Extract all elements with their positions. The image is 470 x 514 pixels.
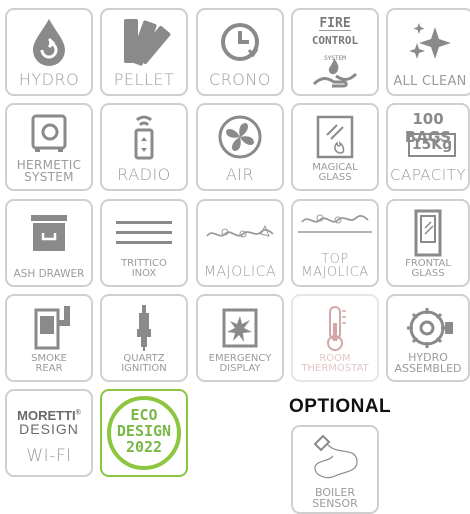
sparkle-icon bbox=[388, 16, 470, 68]
feature-hermetic-system: HERMETIC SYSTEM bbox=[5, 103, 93, 191]
feature-magical-glass: MAGICAL GLASS bbox=[291, 103, 379, 191]
feature-label: EMERGENCY DISPLAY bbox=[198, 354, 282, 374]
feature-smoke-rear: SMOKE REAR bbox=[5, 294, 93, 382]
pump-icon bbox=[388, 302, 468, 354]
feature-fire-control: FIRE CONTROL SYSTEM bbox=[291, 8, 379, 96]
label-line2: GLASS bbox=[318, 172, 352, 183]
registered-mark: ® bbox=[75, 409, 81, 417]
feature-crono: CRONO bbox=[196, 8, 284, 96]
feature-ash-drawer: ASH DRAWER bbox=[5, 199, 93, 287]
label-line2: INOX bbox=[131, 268, 157, 279]
broken-display-icon bbox=[198, 302, 282, 354]
thermometer-icon bbox=[293, 302, 377, 354]
feature-frontal-glass: FRONTAL GLASS bbox=[386, 199, 470, 287]
feature-label: QUARTZ IGNITION bbox=[102, 354, 186, 374]
remote-icon bbox=[102, 111, 186, 163]
optional-heading: OPTIONAL bbox=[289, 396, 392, 417]
probe-icon bbox=[293, 429, 377, 481]
fire-control-title: FIRE bbox=[319, 16, 351, 31]
label-line2: SYSTEM bbox=[24, 170, 74, 184]
ornament-icon bbox=[293, 201, 377, 241]
glass-flame-icon bbox=[293, 111, 377, 163]
label-line2: THERMOSTAT bbox=[301, 363, 369, 374]
feature-label: FRONTAL GLASS bbox=[388, 259, 468, 279]
feature-all-clean: ALL CLEAN bbox=[386, 8, 470, 96]
label-line2: MAJOLICA bbox=[301, 265, 369, 280]
feature-hydro: HYDRO bbox=[5, 8, 93, 96]
lines-icon bbox=[102, 207, 186, 259]
feature-label: TRITTICO INOX bbox=[102, 259, 186, 279]
feature-label: HYDRO bbox=[18, 70, 80, 89]
feature-label: ALL CLEAN bbox=[393, 74, 467, 89]
feature-label: WI-FI bbox=[26, 446, 72, 466]
feature-room-thermostat: ROOM THERMOSTAT bbox=[291, 294, 379, 382]
feature-pellet: PELLET bbox=[100, 8, 188, 96]
drawer-icon bbox=[7, 207, 91, 259]
feature-eco-design: ECO DESIGN 2022 bbox=[100, 389, 188, 477]
feature-wifi: MORETTI® DESIGN WI-FI bbox=[5, 389, 93, 477]
feature-emergency-display: EMERGENCY DISPLAY bbox=[196, 294, 284, 382]
hand-flame-icon bbox=[293, 54, 377, 92]
feature-air: AIR bbox=[196, 103, 284, 191]
feature-label: TOP MAJOLICA bbox=[293, 253, 377, 279]
pellet-swatch-icon bbox=[102, 16, 186, 68]
feature-label: CRONO bbox=[209, 70, 271, 89]
label-line2: ASSEMBLED bbox=[394, 362, 462, 375]
label-line2: IGNITION bbox=[121, 363, 167, 374]
label-line2: GLASS bbox=[411, 268, 445, 279]
feature-boiler-sensor: BOILER SENSOR bbox=[291, 425, 379, 514]
fire-control-sub: CONTROL bbox=[311, 34, 359, 47]
label-line2: SENSOR bbox=[312, 497, 358, 510]
brand-sub: DESIGN bbox=[19, 421, 79, 437]
feature-label: CAPACITY bbox=[389, 166, 467, 184]
feature-trittico-inox: TRITTICO INOX bbox=[100, 199, 188, 287]
capacity-badge: 15Kg bbox=[408, 133, 456, 157]
feature-label: MAGICAL GLASS bbox=[293, 163, 377, 183]
ornament-icon bbox=[198, 207, 282, 259]
feature-label: ASH DRAWER bbox=[13, 267, 85, 280]
feature-label: RADIO bbox=[117, 165, 171, 184]
feature-label: BOILER SENSOR bbox=[293, 487, 377, 509]
feature-label: ROOM THERMOSTAT bbox=[293, 354, 377, 374]
feature-label: PELLET bbox=[113, 70, 175, 89]
label-line2: REAR bbox=[35, 363, 63, 374]
feature-label: HERMETIC SYSTEM bbox=[7, 159, 91, 183]
brand-logo: MORETTI® DESIGN bbox=[7, 409, 91, 436]
feature-label: MAJOLICA bbox=[203, 264, 277, 280]
spark-plug-icon bbox=[102, 302, 186, 354]
feature-radio: RADIO bbox=[100, 103, 188, 191]
water-drop-icon bbox=[7, 16, 91, 68]
eco-line3: 2022 bbox=[125, 437, 163, 456]
feature-majolica: MAJOLICA bbox=[196, 199, 284, 287]
feature-hydro-assembled: HYDRO ASSEMBLED bbox=[386, 294, 470, 382]
feature-label: HYDRO ASSEMBLED bbox=[388, 352, 468, 374]
stove-glass-icon bbox=[388, 207, 468, 259]
feature-top-majolica: TOP MAJOLICA bbox=[291, 199, 379, 287]
stove-rear-icon bbox=[7, 302, 91, 354]
clock-icon bbox=[198, 16, 282, 68]
feature-label: AIR bbox=[225, 165, 255, 184]
safe-icon bbox=[7, 111, 91, 155]
label-line2: DISPLAY bbox=[219, 363, 261, 374]
fan-icon bbox=[198, 111, 282, 163]
feature-label: SMOKE REAR bbox=[7, 354, 91, 374]
feature-quartz-ignition: QUARTZ IGNITION bbox=[100, 294, 188, 382]
feature-capacity: 100 BAGS 15Kg CAPACITY bbox=[386, 103, 470, 191]
